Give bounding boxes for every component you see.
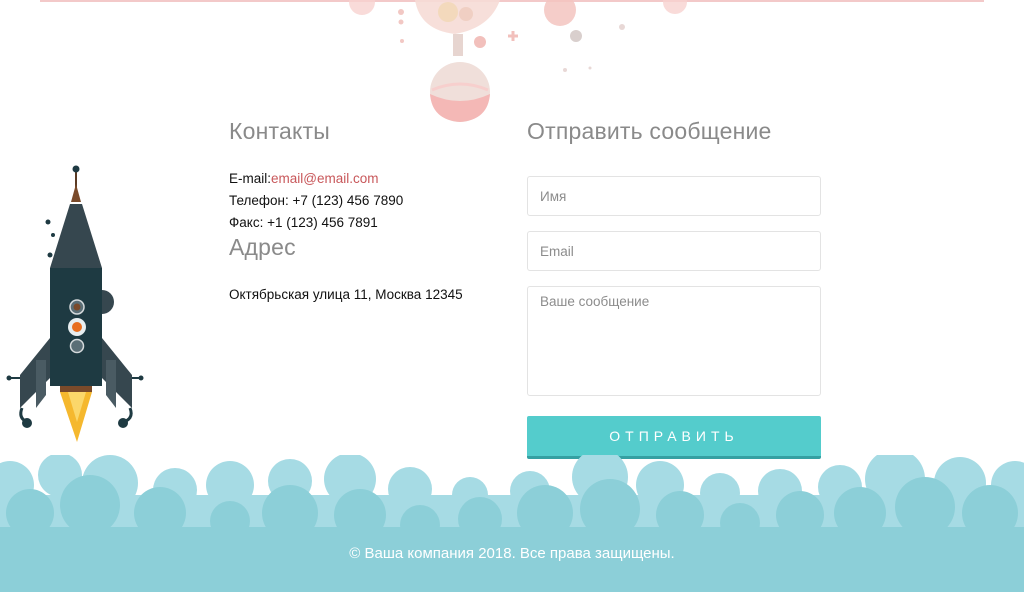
clouds-footer-background <box>0 455 1024 592</box>
phone-line: Телефон: +7 (123) 456 7890 <box>229 193 404 208</box>
email-link[interactable]: email@email.com <box>271 171 378 186</box>
message-textarea[interactable] <box>527 286 821 396</box>
rocket-illustration-icon <box>6 165 144 442</box>
email-line: E-mail:email@email.com <box>229 168 499 190</box>
address-text: Октябрьская улица 11, Москва 12345 <box>229 287 463 302</box>
footer-copyright: © Ваша компания 2018. Все права защищены… <box>349 545 675 562</box>
email-input[interactable] <box>527 231 821 271</box>
form-title: Отправить сообщение <box>527 118 772 144</box>
contacts-section: Контакты E-mail:email@email.com Телефон:… <box>229 118 499 302</box>
hourglass-decoration-icon <box>349 0 687 122</box>
name-input[interactable] <box>527 176 821 216</box>
message-form: Отправить сообщение ОТПРАВИТЬ <box>527 118 821 459</box>
contact-details: E-mail:email@email.com Телефон: +7 (123)… <box>229 168 499 234</box>
email-label: E-mail: <box>229 171 272 186</box>
submit-button[interactable]: ОТПРАВИТЬ <box>527 416 821 459</box>
contacts-title: Контакты <box>229 118 330 144</box>
address-title: Адрес <box>229 234 296 260</box>
fax-line: Факс: +1 (123) 456 7891 <box>229 215 378 230</box>
